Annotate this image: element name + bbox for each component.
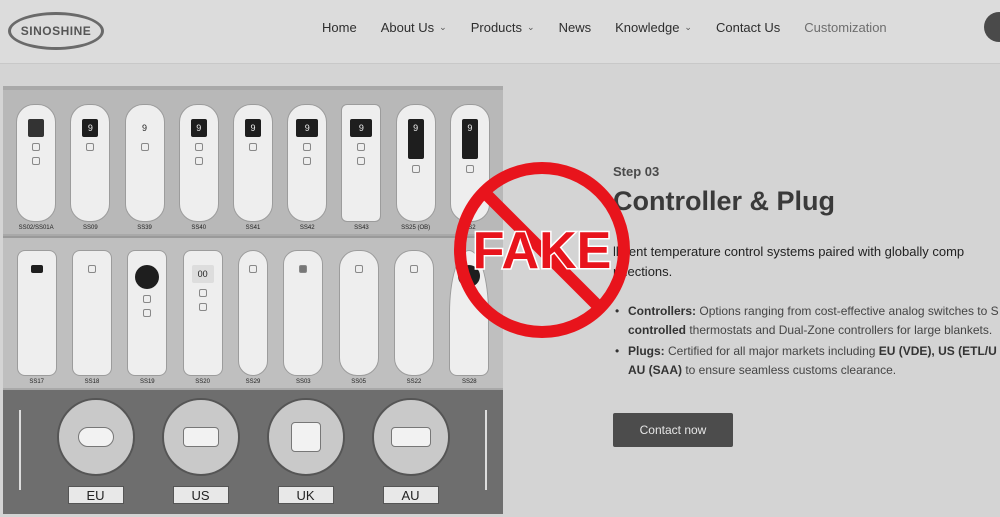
bullet-label: Controllers: [628,304,697,318]
chevron-left-icon [7,410,21,490]
bullet-text: thermostats and Dual-Zone controllers fo… [686,323,993,337]
controller-item: 9 SS39 [124,104,165,234]
model-label: SS39 [137,225,152,231]
plug-item-au: AU [371,398,450,504]
site-header: SINOSHINE Home About Us ⌄ Products ⌄ News … [0,0,1000,64]
bullet-bold: controlled [628,323,687,337]
fake-stamp-overlay: FAKE [454,162,630,338]
model-label: SS41 [245,225,261,231]
model-label: SS03 [295,379,311,385]
product-collage-image: SS02/SS01A 9 SS09 9 SS39 9 SS40 9 SS41 9 SS42… [3,86,503,514]
model-label: SS09 [82,225,98,231]
bullet-text: to ensure seamless customs clearance. [682,363,897,377]
nav-home[interactable]: Home [322,20,357,35]
controller-item: SS19 [127,250,168,388]
controller-item: 9 SS43 [341,104,382,234]
nav-home-label: Home [322,19,357,35]
plug-types-row: EU US UK AU [3,390,503,514]
stamp-text: FAKE [473,222,612,280]
bullet-text: Options ranging from cost-effective anal… [699,304,999,318]
controller-item: SS29 [237,250,268,388]
plug-item-uk: UK [266,398,345,504]
controller-item: SS22 [393,250,434,388]
nav-contact-us-label: Contact Us [715,19,781,35]
brand-logo[interactable]: SINOSHINE [8,12,104,50]
nav-contact-us[interactable]: Contact Us [716,20,780,35]
model-label: SS29 [245,379,261,385]
nav-news-label: News [558,19,592,35]
nav-about-us-label: About Us [380,19,435,35]
bullet-text: Certified for all major markets includin… [668,344,879,358]
plug-label: AU [382,486,439,504]
nav-knowledge-label: Knowledge [615,19,680,35]
plug-label: EU [67,486,124,504]
model-label: SS05 [351,379,366,385]
nav-about-us[interactable]: About Us ⌄ [381,20,447,35]
controller-row-2: SS17 SS18 SS19 00 SS20 SS29 SS03 SS05 SS2… [3,236,503,388]
model-label: SS18 [84,379,100,385]
contact-now-button[interactable]: Contact now [613,413,733,447]
feature-list: Controllers: Options ranging from cost-e… [613,302,1000,382]
list-item: Controllers: Options ranging from cost-e… [613,302,1000,340]
model-label: SS40 [191,225,207,231]
controller-item: 00 SS20 [182,250,223,388]
model-label: SS19 [139,379,155,385]
nav-products[interactable]: Products ⌄ [471,20,535,35]
section-intro: lligent temperature control systems pair… [613,244,965,279]
nav-customization[interactable]: Customization [804,20,886,35]
floating-action-button[interactable] [984,12,1000,42]
nav-knowledge[interactable]: Knowledge ⌄ [615,20,692,35]
controller-item: SS05 [338,250,379,388]
chevron-down-icon: ⌄ [684,21,692,32]
main-nav: Home About Us ⌄ Products ⌄ News Knowledge ⌄… [322,0,911,54]
model-label: SS43 [354,225,369,231]
plug-label: US [172,486,229,504]
model-label: SS25 (OB) [401,225,431,231]
controller-item: SS02/SS01A [16,104,57,234]
logo-text: SINOSHINE [20,24,92,38]
plug-item-eu: EU [56,398,135,504]
model-label: SS42 [299,225,315,231]
bullet-label: Plugs: [628,344,665,358]
controller-item: 9 SS25 (OB) [395,104,436,234]
controller-item: 9 SS40 [178,104,219,234]
controller-item: SS18 [71,250,112,388]
list-item: Plugs: Certified for all major markets i… [613,342,1000,380]
plug-label: UK [277,486,334,504]
controller-row-1: SS02/SS01A 9 SS09 9 SS39 9 SS40 9 SS41 9 SS42… [3,90,503,234]
nav-products-label: Products [470,19,523,35]
model-label: SS20 [195,379,210,385]
chevron-right-icon [485,410,499,490]
bullet-bold: EU (VDE), US (ETL/U [878,344,997,358]
controller-item: SS03 [283,250,324,388]
chevron-down-icon: ⌄ [439,21,447,32]
model-label: SS22 [406,379,422,385]
controller-item: SS17 [16,250,57,388]
model-label: SS17 [29,379,44,385]
controller-item: 9 SS09 [70,104,111,234]
controller-item: 9 SS41 [232,104,273,234]
chevron-down-icon: ⌄ [527,21,535,32]
plug-item-us: US [161,398,240,504]
bullet-bold: AU (SAA) [628,363,682,377]
model-label: SS02/SS01A [18,225,54,231]
section-title: Controller & Plug [613,186,835,216]
model-label: SS28 [461,379,477,385]
controller-item: 9 SS42 [287,104,328,234]
nav-customization-label: Customization [804,19,887,35]
nav-news[interactable]: News [559,20,592,35]
